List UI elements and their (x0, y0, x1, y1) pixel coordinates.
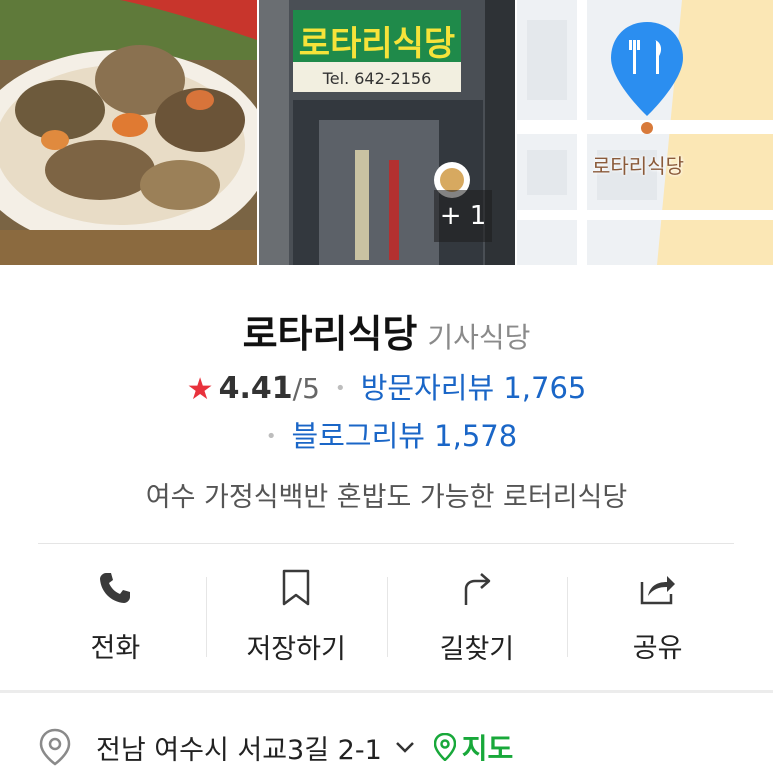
rating-row: ★ 4.41/5 • 방문자리뷰 1,765 (0, 365, 773, 407)
save-button[interactable]: 저장하기 (205, 565, 387, 665)
directions-button[interactable]: 길찾기 (386, 565, 568, 665)
separator-dot: • (335, 378, 346, 399)
save-label: 저장하기 (246, 634, 346, 665)
storefront-photo[interactable]: 로타리식당 Tel. 642-2156 + 1 (259, 0, 515, 265)
title-row: 로타리식당 기사식당 (0, 303, 773, 358)
rating-score: 4.41 (218, 371, 293, 406)
map-place-label: 로타리식당 (592, 154, 684, 178)
more-photos-badge[interactable]: + 1 (434, 190, 492, 242)
action-bar: 전화 저장하기 길찾기 공유 (25, 565, 748, 665)
star-icon: ★ (186, 372, 214, 407)
map-thumbnail[interactable]: 로타리식당 (517, 0, 773, 265)
storefront-sign-text: 로타리식당 (299, 24, 455, 64)
directions-label: 길찾기 (439, 634, 515, 665)
chevron-down-icon[interactable] (394, 739, 416, 755)
address-row: 전남 여수시 서교3길 2-1 지도 (38, 727, 513, 767)
map-link[interactable]: 지도 (462, 727, 514, 767)
visitor-reviews-link[interactable]: 방문자리뷰 1,765 (361, 371, 587, 405)
rating-max: /5 (292, 372, 320, 405)
place-description: 여수 가정식백반 혼밥도 가능한 로터리식당 (145, 482, 628, 513)
call-button[interactable]: 전화 (25, 565, 206, 665)
place-name: 로타리식당 (242, 312, 418, 356)
location-pin-icon (39, 728, 71, 766)
section-divider (0, 690, 773, 693)
storefront-tel-text: Tel. 642-2156 (322, 69, 432, 88)
share-button[interactable]: 공유 (567, 565, 748, 665)
restaurant-marker-icon[interactable] (607, 20, 687, 135)
share-label: 공유 (632, 633, 683, 664)
bookmark-icon (276, 569, 316, 607)
crab-dish-image (0, 0, 257, 265)
directions-icon (457, 569, 497, 607)
phone-icon (95, 569, 135, 606)
blog-reviews-link[interactable]: 블로그리뷰 1,578 (292, 419, 518, 453)
call-label: 전화 (90, 633, 141, 664)
separator-dot: • (265, 426, 277, 447)
photo-strip: 로타리식당 Tel. 642-2156 + 1 로타리식당 (0, 0, 773, 265)
divider (38, 543, 734, 544)
map-pin-icon (433, 733, 456, 761)
food-photo[interactable] (0, 0, 257, 265)
place-category: 기사식당 (427, 321, 531, 354)
blog-review-row: • 블로그리뷰 1,578 (0, 413, 773, 455)
share-icon (638, 569, 678, 606)
address-text[interactable]: 전남 여수시 서교3길 2-1 (96, 728, 382, 767)
